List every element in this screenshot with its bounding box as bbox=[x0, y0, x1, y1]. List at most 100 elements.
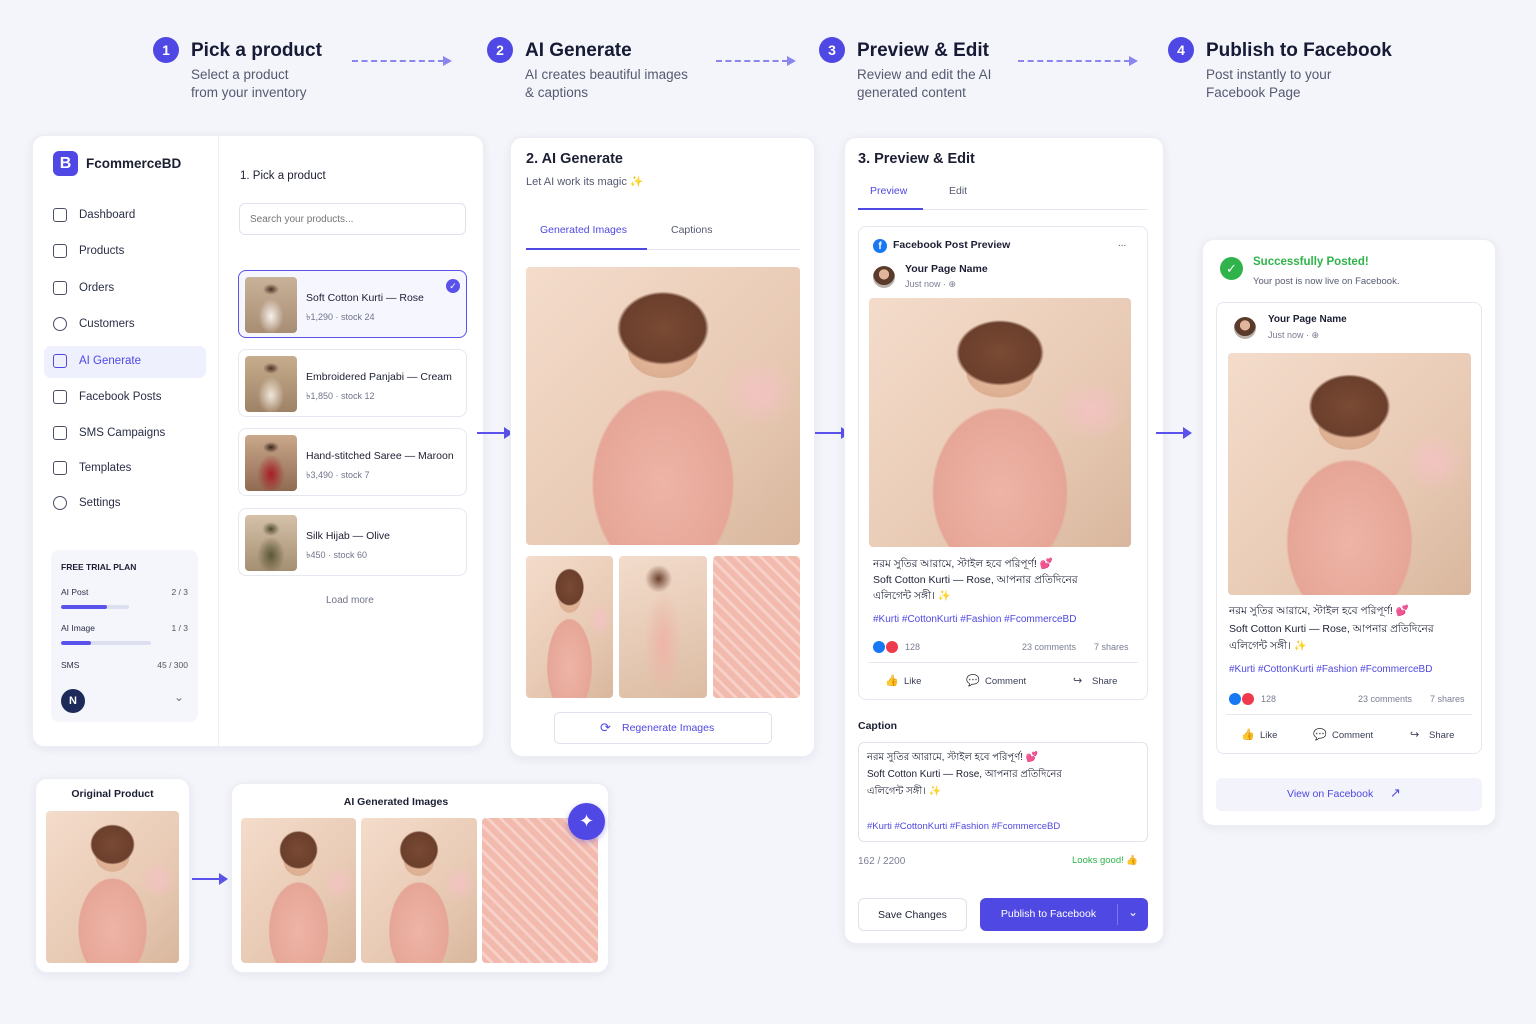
product-name: Embroidered Panjabi — Cream bbox=[306, 371, 452, 383]
generated-thumbnail[interactable] bbox=[526, 556, 613, 698]
like-reaction-icon bbox=[873, 641, 885, 653]
generated-image bbox=[482, 818, 598, 963]
sidebar-item-templates[interactable]: Templates bbox=[44, 453, 206, 485]
step-4-title: Publish to Facebook bbox=[1206, 40, 1392, 61]
sidebar-item-facebook-posts[interactable]: Facebook Posts bbox=[44, 382, 206, 414]
step-arrow bbox=[1018, 56, 1138, 66]
sidebar-item-products[interactable]: Products bbox=[44, 236, 206, 268]
brand-logo: B bbox=[53, 151, 78, 176]
more-options-icon[interactable]: ... bbox=[1118, 238, 1126, 249]
usage-label: SMS bbox=[61, 660, 80, 670]
product-meta: ৳1,850 · stock 12 bbox=[306, 391, 375, 401]
fb-preview-title: Facebook Post Preview bbox=[893, 239, 1011, 251]
step-1-title: Pick a product bbox=[191, 40, 322, 61]
gear-icon bbox=[53, 496, 67, 510]
tab-captions[interactable]: Captions bbox=[671, 224, 712, 236]
comment-count: 23 comments bbox=[1358, 694, 1413, 704]
comment-button[interactable]: Comment bbox=[1332, 730, 1373, 741]
preview-heading: 3. Preview & Edit bbox=[858, 151, 975, 167]
user-avatar[interactable]: N bbox=[61, 689, 85, 713]
step-1-desc-line1: Select a product bbox=[191, 67, 289, 82]
usage-value: 1 / 3 bbox=[171, 623, 188, 633]
love-reaction-icon bbox=[886, 641, 898, 653]
step-1-number: 1 bbox=[153, 37, 179, 63]
original-product-image bbox=[46, 811, 179, 963]
publish-dropdown-chevron-icon[interactable]: ⌄ bbox=[1118, 898, 1148, 931]
sidebar-item-label: Templates bbox=[79, 462, 132, 474]
page-name: Your Page Name bbox=[905, 263, 988, 275]
regenerate-label: Regenerate Images bbox=[622, 722, 715, 734]
generated-main-image[interactable] bbox=[526, 267, 800, 545]
sidebar-item-settings[interactable]: Settings bbox=[44, 488, 206, 520]
brand-name: FcommerceBD bbox=[86, 156, 182, 171]
like-button[interactable]: Like bbox=[1260, 730, 1277, 741]
page-avatar bbox=[1234, 317, 1256, 339]
tab-active-indicator bbox=[858, 208, 923, 210]
view-on-facebook-button[interactable]: View on Facebook ↗ bbox=[1216, 778, 1482, 811]
sidebar-nav: Dashboard Products Orders Customers AI G… bbox=[32, 200, 218, 530]
generated-thumbnail[interactable] bbox=[619, 556, 707, 698]
tab-edit[interactable]: Edit bbox=[949, 185, 967, 197]
sidebar-item-orders[interactable]: Orders bbox=[44, 273, 206, 305]
step-3-number: 3 bbox=[819, 37, 845, 63]
step-4-desc-line2: Facebook Page bbox=[1206, 85, 1301, 100]
generated-thumbnail[interactable] bbox=[713, 556, 800, 698]
refresh-icon: ⟳ bbox=[600, 720, 611, 735]
comment-count: 23 comments bbox=[1022, 642, 1077, 652]
caption-line: নরম সুতির আরামে, স্টাইল হবে পরিপূর্ণ! 💕 bbox=[873, 558, 1053, 570]
caption-line: এলিগেন্ট সঙ্গী। ✨ bbox=[867, 786, 942, 797]
product-thumbnail bbox=[245, 356, 297, 412]
sparkle-icon bbox=[53, 354, 67, 368]
sidebar-item-customers[interactable]: Customers bbox=[44, 309, 206, 341]
step-2-number: 2 bbox=[487, 37, 513, 63]
like-icon: 👍 bbox=[885, 675, 899, 687]
post-time: Just now · ⊕ bbox=[1268, 330, 1320, 340]
view-on-facebook-label: View on Facebook bbox=[1287, 788, 1374, 800]
post-icon bbox=[53, 390, 67, 404]
sidebar-item-ai-generate[interactable]: AI Generate bbox=[44, 346, 206, 378]
save-changes-button[interactable]: Save Changes bbox=[858, 898, 967, 931]
chevron-down-icon[interactable]: ⌄ bbox=[174, 690, 184, 704]
tab-preview[interactable]: Preview bbox=[870, 185, 907, 197]
usage-label: AI Image bbox=[61, 623, 96, 633]
sidebar-item-label: Customers bbox=[79, 318, 135, 330]
usage-bar-ai-image bbox=[61, 641, 151, 645]
pick-heading: 1. Pick a product bbox=[240, 170, 326, 182]
success-check-icon: ✓ bbox=[1220, 257, 1243, 280]
share-button[interactable]: Share bbox=[1092, 676, 1117, 687]
page-avatar bbox=[873, 266, 895, 288]
flow-arrow bbox=[192, 873, 228, 885]
product-item[interactable]: Hand-stitched Saree — Maroon ৳3,490 · st… bbox=[238, 428, 467, 496]
generate-subtitle: Let AI work its magic ✨ bbox=[526, 176, 644, 188]
sidebar-item-label: Facebook Posts bbox=[79, 391, 162, 403]
caption-line: এলিগেন্ট সঙ্গী। ✨ bbox=[1229, 640, 1307, 652]
comment-button[interactable]: Comment bbox=[985, 676, 1026, 687]
like-button[interactable]: Like bbox=[904, 676, 921, 687]
tab-generated-images[interactable]: Generated Images bbox=[540, 224, 627, 236]
step-3-title: Preview & Edit bbox=[857, 40, 989, 61]
regenerate-button[interactable]: ⟳ Regenerate Images bbox=[554, 712, 772, 744]
product-name: Silk Hijab — Olive bbox=[306, 530, 391, 542]
product-item[interactable]: Embroidered Panjabi — Cream ৳1,850 · sto… bbox=[238, 349, 467, 417]
post-time: Just now · ⊕ bbox=[905, 279, 957, 289]
sidebar-item-dashboard[interactable]: Dashboard bbox=[44, 200, 206, 232]
caption-line: নরম সুতির আরামে, স্টাইল হবে পরিপূর্ণ! 💕 bbox=[1229, 605, 1409, 617]
flow-arrow bbox=[815, 427, 850, 439]
load-more-link[interactable]: Load more bbox=[326, 595, 374, 606]
generate-heading: 2. AI Generate bbox=[526, 151, 623, 167]
share-button[interactable]: Share bbox=[1429, 730, 1454, 741]
sidebar-item-sms-campaigns[interactable]: SMS Campaigns bbox=[44, 418, 206, 450]
product-item[interactable]: Silk Hijab — Olive ৳450 · stock 60 bbox=[238, 508, 467, 576]
search-input[interactable] bbox=[239, 203, 466, 235]
share-count: 7 shares bbox=[1430, 694, 1465, 704]
step-2-desc-line1: AI creates beautiful images bbox=[525, 67, 688, 82]
product-thumbnail bbox=[245, 515, 297, 571]
like-icon: 👍 bbox=[1241, 729, 1255, 741]
step-4-desc-line1: Post instantly to your bbox=[1206, 67, 1332, 82]
template-icon bbox=[53, 461, 67, 475]
sidebar-item-label: AI Generate bbox=[79, 355, 142, 367]
product-item[interactable]: Soft Cotton Kurti — Rose ৳1,290 · stock … bbox=[238, 270, 467, 338]
publish-button[interactable]: Publish to Facebook bbox=[980, 898, 1117, 931]
sidebar-item-label: SMS Campaigns bbox=[79, 427, 166, 439]
step-3-desc-line2: generated content bbox=[857, 85, 966, 100]
